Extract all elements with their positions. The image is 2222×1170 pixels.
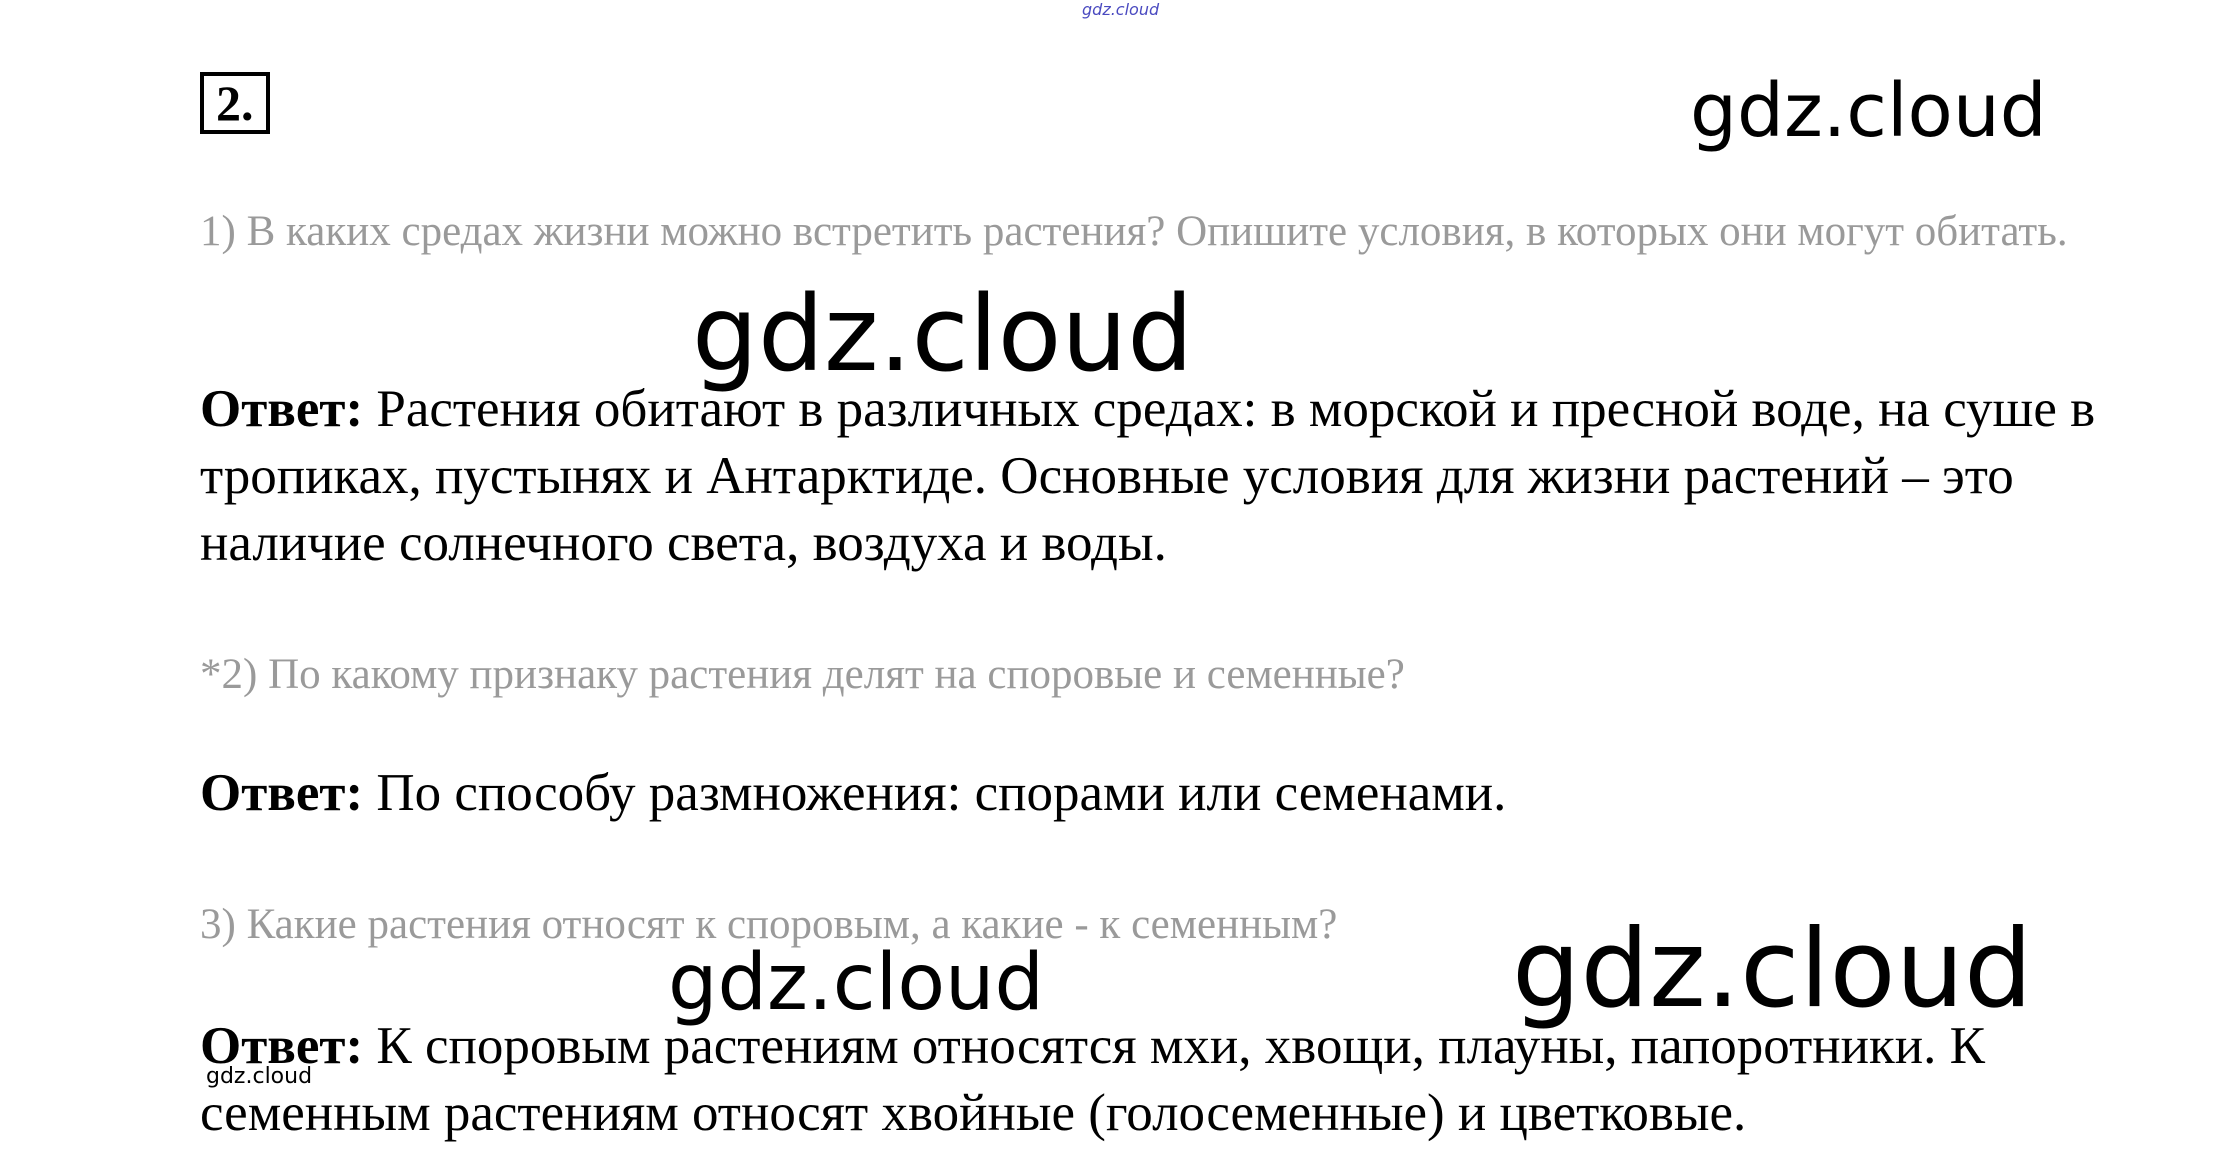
- answer-2: Ответ: По способу размножения: спорами и…: [200, 760, 2140, 827]
- answer-text: По способу размножения: спорами или семе…: [363, 764, 1507, 822]
- answer-1: Ответ: Растения обитают в различных сред…: [200, 376, 2140, 577]
- question-1: 1) В каких средах жизни можно встретить …: [200, 208, 2068, 255]
- answer-label: Ответ:: [200, 380, 364, 438]
- answer-text: Растения обитают в различных средах: в м…: [200, 380, 2096, 572]
- watermark-logo: gdz.cloud: [692, 273, 1194, 395]
- watermark-logo-small: gdz.cloud: [206, 1064, 313, 1089]
- answer-3: Ответ: К споровым растениям относятся мх…: [200, 1013, 2140, 1147]
- watermark-top: gdz.cloud: [1082, 0, 1160, 19]
- answer-label: Ответ:: [200, 764, 364, 822]
- question-2: *2) По какому признаку растения делят на…: [200, 651, 1405, 698]
- watermark-logo: gdz.cloud: [1512, 907, 2033, 1032]
- task-number-box: 2.: [200, 72, 270, 134]
- watermark-logo: gdz.cloud: [1690, 68, 2047, 154]
- answer-text: К споровым растениям относятся мхи, хвощ…: [200, 1017, 1985, 1142]
- watermark-logo: gdz.cloud: [668, 938, 1044, 1028]
